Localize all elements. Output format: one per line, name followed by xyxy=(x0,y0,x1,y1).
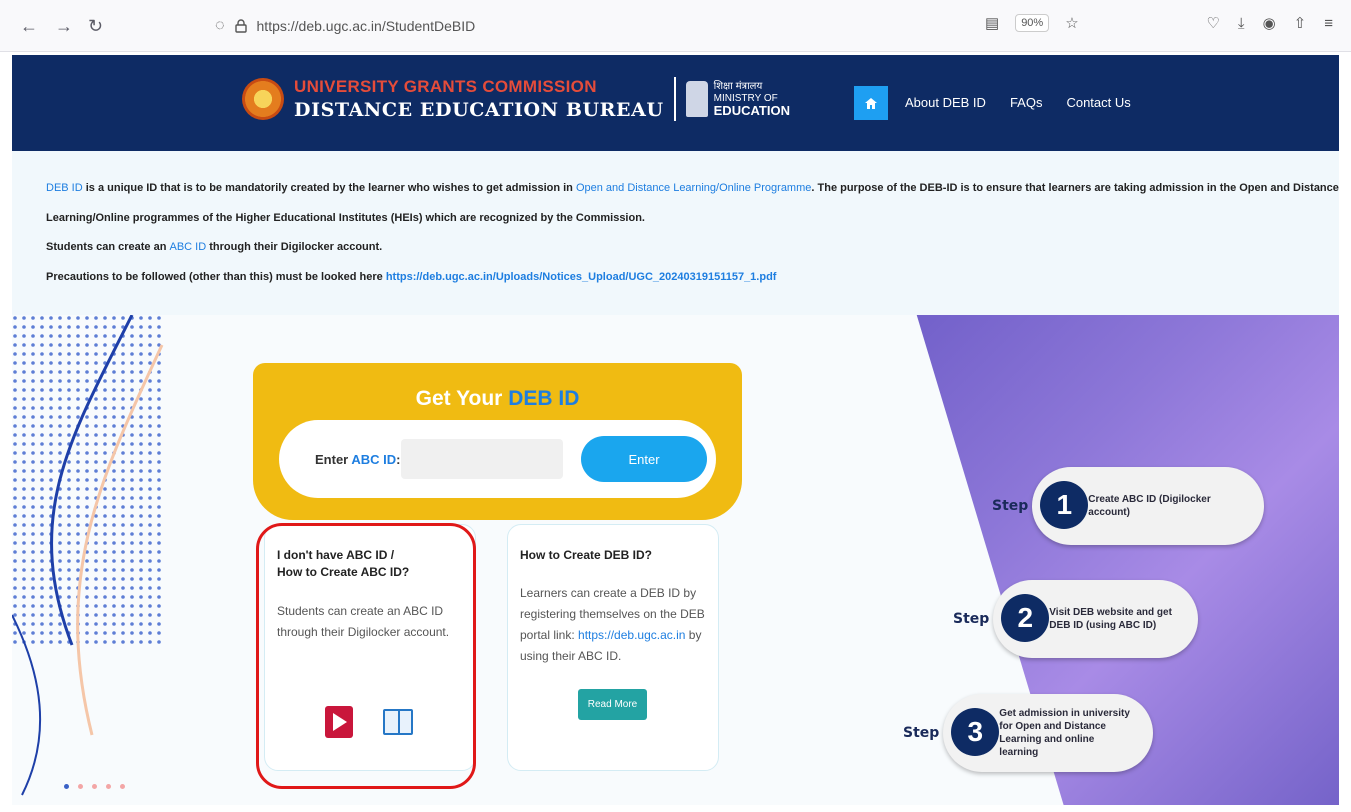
back-arrow-icon[interactable]: ← xyxy=(20,16,38,37)
deb-id-card: How to Create DEB ID? Learners can creat… xyxy=(507,524,719,771)
info-section: DEB ID is a unique ID that is to be mand… xyxy=(12,151,1339,315)
highlight-annotation xyxy=(256,523,476,789)
deb-card-body-2: registering themselves on the DEB xyxy=(520,607,705,621)
precautions-pdf-link[interactable]: https://deb.ugc.ac.in/Uploads/Notices_Up… xyxy=(386,271,777,283)
home-button[interactable] xyxy=(854,86,888,120)
ministry-hindi: शिक्षा मंत्रालय xyxy=(713,81,763,92)
dot-pattern-decoration xyxy=(12,315,164,796)
reader-view-icon[interactable]: ▤ xyxy=(985,14,999,32)
step-3-number: 3 xyxy=(951,708,1000,756)
deb-card-title: How to Create DEB ID? xyxy=(520,548,653,562)
carousel-dot[interactable] xyxy=(106,784,111,789)
deb-id-link[interactable]: DEB ID xyxy=(46,182,83,194)
step-3: Step 3 Get admission in university for O… xyxy=(903,694,1154,772)
ugc-logo[interactable]: UNIVERSITY GRANTS COMMISSION DISTANCE ED… xyxy=(242,77,790,121)
deb-card-body-3: portal link: https://deb.ugc.ac.in by xyxy=(520,628,702,642)
carousel-dot[interactable] xyxy=(92,784,97,789)
carousel-dots xyxy=(64,784,125,789)
carousel-dot[interactable] xyxy=(120,784,125,789)
enter-button[interactable]: Enter xyxy=(581,436,707,482)
ugc-emblem-icon xyxy=(242,78,284,120)
ministry-logo: शिक्षा मंत्रालय MINISTRY OF EDUCATION xyxy=(685,81,790,118)
site-header: UNIVERSITY GRANTS COMMISSION DISTANCE ED… xyxy=(12,55,1339,151)
abc-id-input[interactable] xyxy=(401,439,563,479)
abc-id-form: Enter ABC ID: Enter xyxy=(279,420,716,498)
step-2-text-2: DEB ID (using ABC ID) xyxy=(1049,620,1157,631)
menu-icon[interactable]: ≡ xyxy=(1324,15,1333,32)
home-icon xyxy=(865,97,877,109)
url-text: https://deb.ugc.ac.in/StudentDeBID xyxy=(256,18,476,34)
download-icon[interactable]: ⤓ xyxy=(1238,15,1245,32)
national-emblem-icon xyxy=(685,81,708,117)
step-3-text-2: for Open and Distance xyxy=(999,721,1106,732)
pocket-icon[interactable]: ♡ xyxy=(1206,14,1219,32)
get-deb-id-banner: Get Your DEB ID Enter ABC ID: Enter xyxy=(253,363,742,520)
org-name-line2: DISTANCE EDUCATION BUREAU xyxy=(294,99,664,121)
shield-icon: ◌ xyxy=(215,17,225,34)
carousel-dot[interactable] xyxy=(64,784,69,789)
carousel-dot[interactable] xyxy=(78,784,83,789)
reload-icon[interactable]: ↻ xyxy=(88,16,103,37)
step-1-number: 1 xyxy=(1040,481,1089,529)
address-bar[interactable]: ◌ https://deb.ugc.ac.in/StudentDeBID xyxy=(215,10,855,42)
step-2-text-1: Visit DEB website and get xyxy=(1049,607,1172,618)
account-icon[interactable]: ◉ xyxy=(1263,14,1276,32)
menu-faqs[interactable]: FAQs xyxy=(1010,95,1043,110)
logo-divider xyxy=(673,77,676,121)
lock-icon xyxy=(234,19,247,33)
step-1-text: Create ABC ID (Digilocker account) xyxy=(1088,494,1211,518)
bookmark-star-icon[interactable]: ☆ xyxy=(1065,14,1078,32)
banner-title: Get Your DEB ID xyxy=(415,387,580,410)
ministry-line2: EDUCATION xyxy=(713,103,790,118)
browser-toolbar: ← → ↻ ◌ https://deb.ugc.ac.in/StudentDeB… xyxy=(0,0,1351,52)
abc-id-label: Enter ABC ID: xyxy=(315,452,401,467)
deb-card-body-1: Learners can create a DEB ID by xyxy=(520,586,697,600)
extensions-icon[interactable]: ⇧ xyxy=(1294,14,1307,32)
info-line-2: Learning/Online programmes of the Higher… xyxy=(46,212,645,224)
step-3-text-3: Learning and online learning xyxy=(999,734,1095,758)
menu-contact-us[interactable]: Contact Us xyxy=(1066,95,1130,110)
read-more-button[interactable]: Read More xyxy=(578,689,647,720)
forward-arrow-icon[interactable]: → xyxy=(55,16,73,37)
info-line-3: Students can create an ABC ID through th… xyxy=(46,241,383,253)
info-line-1: DEB ID is a unique ID that is to be mand… xyxy=(46,182,1339,194)
info-line-4: Precautions to be followed (other than t… xyxy=(46,271,777,283)
deb-card-body-4: using their ABC ID. xyxy=(520,649,622,663)
menu-about-deb-id[interactable]: About DEB ID xyxy=(905,95,986,110)
org-name-line1: UNIVERSITY GRANTS COMMISSION xyxy=(294,77,597,96)
step-2: Step 2 Visit DEB website and get DEB ID … xyxy=(953,580,1199,658)
step-3-text-1: Get admission in university xyxy=(999,708,1130,719)
odl-programme-link[interactable]: Open and Distance Learning/Online Progra… xyxy=(576,182,811,194)
deb-portal-link[interactable]: https://deb.ugc.ac.in xyxy=(578,628,685,642)
step-1: Step 1 Create ABC ID (Digilocker account… xyxy=(992,467,1265,545)
zoom-level[interactable]: 90% xyxy=(1015,14,1050,32)
abc-id-link[interactable]: ABC ID xyxy=(170,241,207,253)
top-menu: About DEB ID FAQs Contact Us xyxy=(905,95,1131,110)
step-2-number: 2 xyxy=(1001,594,1050,642)
